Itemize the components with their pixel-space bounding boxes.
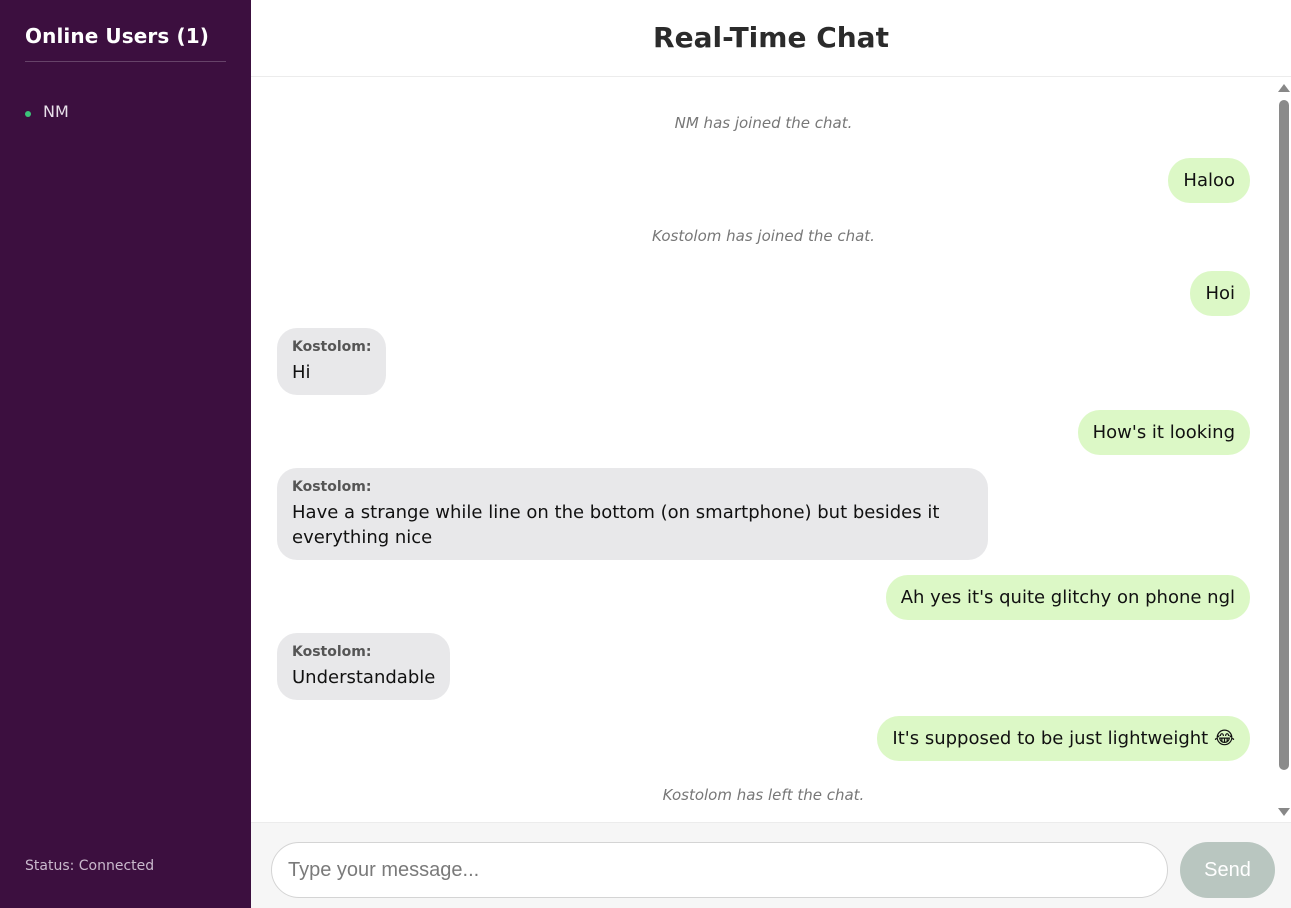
sent-message: It's supposed to be just lightweight 😂	[877, 716, 1250, 761]
system-message: Kostolom has left the chat.	[662, 786, 865, 804]
scroll-up-arrow-icon[interactable]	[1278, 84, 1290, 92]
message-text: Haloo	[1183, 170, 1235, 191]
received-message: Kostolom: Hi	[277, 328, 387, 395]
chat-panel: Real-Time Chat NM has joined the chat. H…	[251, 0, 1291, 908]
page-title: Real-Time Chat	[653, 21, 889, 54]
user-name: NM	[43, 102, 69, 121]
message-text: It's supposed to be just lightweight 😂	[892, 728, 1235, 749]
message-text: Hi	[292, 362, 311, 383]
sent-message: Hoi	[1190, 271, 1250, 316]
message-composer: Send	[251, 822, 1291, 908]
message-text: How's it looking	[1092, 422, 1235, 443]
sent-message: How's it looking	[1077, 410, 1250, 455]
chat-header: Real-Time Chat	[251, 0, 1291, 77]
system-message: NM has joined the chat.	[674, 114, 853, 132]
scrollbar-thumb[interactable]	[1279, 100, 1289, 770]
online-users-title: Online Users (1)	[25, 24, 226, 62]
message-input[interactable]	[271, 842, 1168, 898]
connection-status: Status: Connected	[25, 858, 155, 874]
online-status-dot-icon	[25, 110, 31, 117]
system-message: Kostolom has joined the chat.	[652, 227, 875, 245]
sidebar: Online Users (1) NM Status: Connected	[0, 0, 251, 908]
message-text: Understandable	[292, 667, 436, 688]
received-message: Kostolom: Have a strange while line on t…	[277, 468, 988, 560]
message-list[interactable]: NM has joined the chat. Haloo Kostolom h…	[251, 77, 1291, 822]
received-message: Kostolom: Understandable	[277, 633, 451, 700]
message-text: Have a strange while line on the bottom …	[292, 502, 940, 548]
message-text: Hoi	[1205, 283, 1235, 304]
user-list-item[interactable]: NM	[25, 102, 226, 121]
user-list: NM	[25, 102, 226, 121]
message-sender: Kostolom:	[292, 644, 372, 660]
message-text: Ah yes it's quite glitchy on phone ngl	[900, 587, 1235, 608]
scroll-down-arrow-icon[interactable]	[1278, 808, 1290, 816]
sent-message: Ah yes it's quite glitchy on phone ngl	[885, 575, 1250, 620]
sent-message: Haloo	[1168, 158, 1250, 203]
send-button[interactable]: Send	[1180, 842, 1275, 898]
message-scrollbar[interactable]	[1277, 80, 1291, 820]
message-sender: Kostolom:	[292, 479, 372, 495]
message-sender: Kostolom:	[292, 339, 372, 355]
